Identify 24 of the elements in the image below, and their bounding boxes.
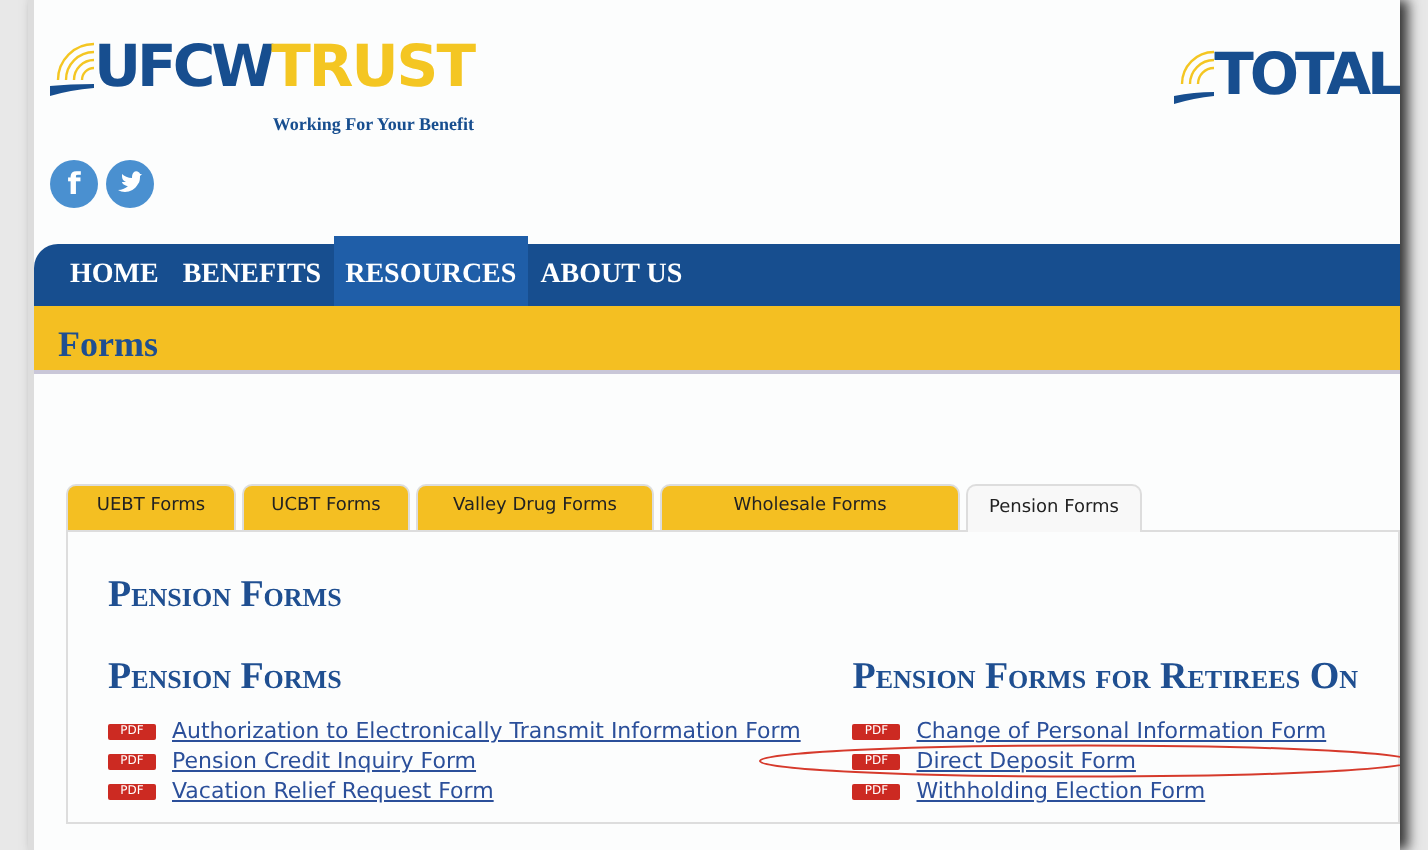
nav-link[interactable]: ABOUT US	[528, 244, 695, 306]
section-heading: Pension Forms	[108, 658, 344, 696]
bird-icon[interactable]	[106, 160, 154, 208]
form-link[interactable]: Withholding Election Form	[916, 778, 1206, 804]
tab[interactable]: UEBT Forms	[66, 484, 236, 530]
tab[interactable]: UCBT Forms	[242, 484, 410, 530]
tab[interactable]: Pension Forms	[966, 484, 1142, 532]
section-heading: Pension Forms for Retirees On	[852, 658, 1358, 696]
nav-link[interactable]: RESOURCES	[333, 236, 529, 306]
nav-link[interactable]: HOME	[58, 244, 171, 306]
form-link[interactable]: Change of Personal Information Form	[916, 718, 1327, 744]
tab[interactable]: Wholesale Forms	[660, 484, 960, 530]
form-link[interactable]: Vacation Relief Request Form	[172, 778, 494, 804]
tab[interactable]: Valley Drug Forms	[416, 484, 654, 530]
partner-logo-text: TOTAL	[1214, 45, 1400, 103]
logo-tagline: Working For Your Benefit	[272, 114, 474, 134]
form-link[interactable]: Authorization to Electronically Transmit Information Form	[172, 718, 801, 744]
form-link[interactable]: Pension Credit Inquiry Form	[172, 748, 477, 774]
logo-text: TRUST	[271, 38, 474, 96]
nav-link[interactable]: BENEFITS	[170, 244, 334, 306]
logo-text: UFCW	[94, 38, 272, 96]
page-title: Forms	[58, 324, 158, 364]
form-link[interactable]: Direct Deposit Form	[916, 748, 1136, 774]
panel-heading: Pension Forms	[108, 576, 344, 614]
